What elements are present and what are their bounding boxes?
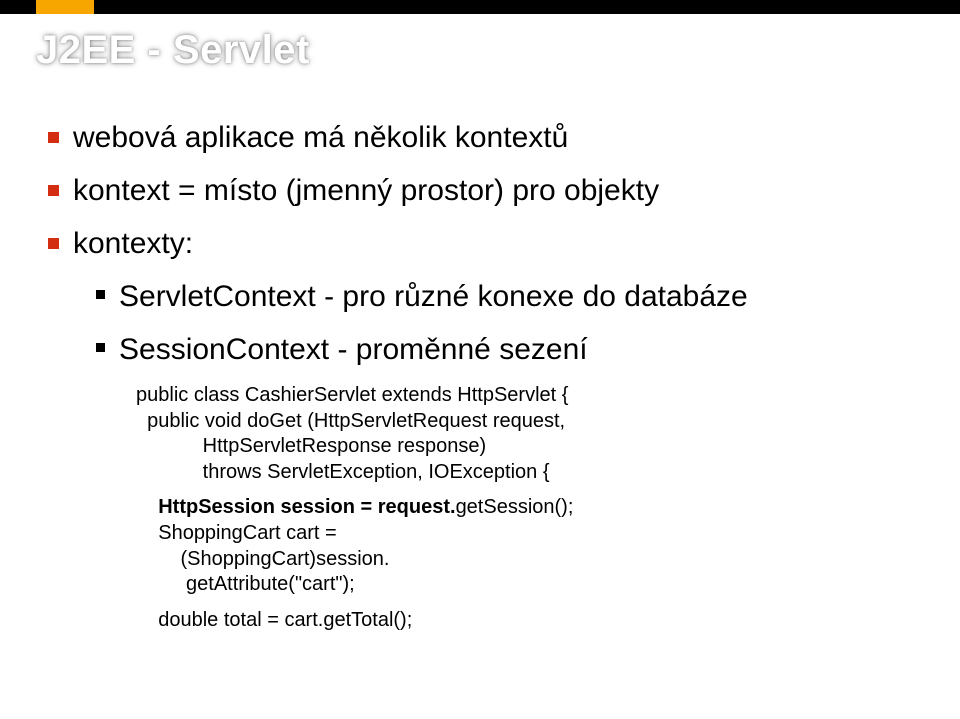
slide: J2EE - Servlet webová aplikace má několi… [0,0,960,719]
bullet-icon [96,290,105,299]
content-area: webová aplikace má několik kontextů kont… [36,118,924,633]
bullet-text: SessionContext - proměnné sezení [119,330,588,369]
bullet-item: webová aplikace má několik kontextů [48,118,924,157]
top-accent [36,0,94,14]
code-spacer [136,598,924,608]
bullet-icon [48,132,59,143]
code-line: public void doGet (HttpServletRequest re… [136,409,924,435]
code-text: getSession(); [456,496,574,518]
slide-title: J2EE - Servlet [36,28,310,73]
code-block: public class CashierServlet extends Http… [136,383,924,633]
bullet-text: ServletContext - pro různé konexe do dat… [119,277,748,316]
code-indent [136,496,158,518]
code-line: HttpSession session = request.getSession… [136,495,924,521]
bullet-item: ServletContext - pro různé konexe do dat… [96,277,924,316]
bullet-item: kontexty: [48,224,924,263]
bullet-icon [48,238,59,249]
code-line: public class CashierServlet extends Http… [136,383,924,409]
bullet-text: kontexty: [73,224,193,263]
code-line: (ShoppingCart)session. [136,547,924,573]
code-line: getAttribute("cart"); [136,572,924,598]
bullet-icon [96,343,105,352]
code-line: double total = cart.getTotal(); [136,608,924,634]
code-spacer [136,485,924,495]
top-bar [0,0,960,14]
bullet-icon [48,185,59,196]
code-bold: HttpSession session = request. [158,496,455,518]
bullet-item: SessionContext - proměnné sezení [96,330,924,369]
bullet-text: webová aplikace má několik kontextů [73,118,568,157]
code-line: throws ServletException, IOException { [136,460,924,486]
bullet-text: kontext = místo (jmenný prostor) pro obj… [73,171,659,210]
code-line: ShoppingCart cart = [136,521,924,547]
bullet-item: kontext = místo (jmenný prostor) pro obj… [48,171,924,210]
code-line: HttpServletResponse response) [136,434,924,460]
